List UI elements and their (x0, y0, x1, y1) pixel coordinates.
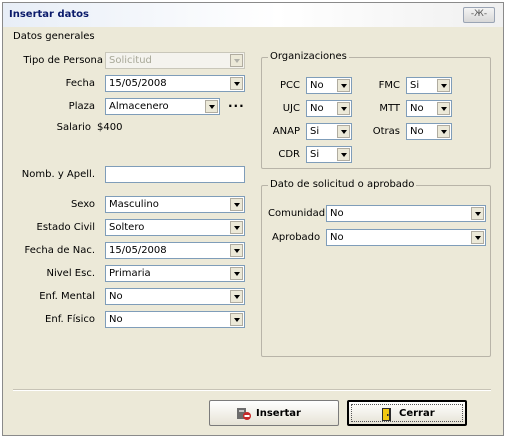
comunidad-select[interactable]: No (326, 205, 486, 222)
tipo-persona-label: Tipo de Persona (23, 55, 103, 66)
enf-fisico-value: No (109, 314, 123, 325)
mtt-label: MTT (379, 103, 400, 114)
chevron-down-icon (230, 221, 243, 234)
chevron-down-icon (230, 267, 243, 280)
chevron-down-icon (230, 244, 243, 257)
sexo-select[interactable]: Masculino (105, 196, 245, 213)
organizaciones-title: Organizaciones (268, 51, 349, 62)
aprobado-value: No (330, 232, 344, 243)
chevron-down-icon (437, 102, 450, 115)
chevron-down-icon (230, 77, 243, 90)
cdr-label: CDR (278, 149, 300, 160)
insertar-label: Insertar (256, 408, 301, 419)
plaza-select[interactable]: Almacenero (105, 98, 220, 115)
aprobado-label: Aprobado (272, 232, 321, 243)
insertar-button[interactable]: Insertar (209, 400, 339, 426)
chevron-down-icon (471, 207, 484, 220)
fecha-nac-select[interactable]: 15/05/2008 (105, 242, 245, 259)
close-button[interactable]: -Ж- (463, 7, 495, 23)
nivel-esc-select[interactable]: Primaria (105, 265, 245, 282)
salario-value: $400 (97, 122, 123, 133)
enf-fisico-select[interactable]: No (105, 311, 245, 328)
solicitud-group: Dato de solicitud o aprobado Comunidad N… (261, 179, 491, 357)
otras-label: Otras (372, 126, 400, 137)
fecha-label: Fecha (65, 78, 95, 89)
cerrar-button[interactable]: Cerrar (347, 400, 467, 426)
anap-label: ANAP (272, 126, 300, 137)
chevron-down-icon (337, 102, 350, 115)
cdr-select[interactable]: Si (306, 146, 352, 163)
anap-value: Si (310, 126, 320, 137)
fecha-nac-value: 15/05/2008 (109, 245, 167, 256)
sexo-value: Masculino (109, 199, 159, 210)
pcc-value: No (310, 80, 324, 91)
fmc-value: Si (410, 80, 420, 91)
tipo-persona-select[interactable]: Solicitud (105, 52, 245, 69)
button-separator (13, 389, 491, 391)
otras-value: No (410, 126, 424, 137)
estado-civil-select[interactable]: Soltero (105, 219, 245, 236)
chevron-down-icon (337, 125, 350, 138)
otras-select[interactable]: No (406, 123, 452, 140)
nivel-esc-label: Nivel Esc. (46, 268, 96, 279)
chevron-down-icon (471, 231, 484, 244)
anap-select[interactable]: Si (306, 123, 352, 140)
dialog-window: Insertar datos -Ж- Datos generales Tipo … (2, 2, 504, 436)
enf-mental-select[interactable]: No (105, 288, 245, 305)
fmc-label: FMC (378, 80, 400, 91)
fecha-value: 15/05/2008 (109, 78, 167, 89)
tipo-persona-value: Solicitud (109, 55, 152, 66)
pcc-label: PCC (280, 80, 300, 91)
comunidad-label: Comunidad (268, 208, 326, 219)
nivel-esc-value: Primaria (109, 268, 151, 279)
datos-generales-title: Datos generales (13, 31, 95, 42)
comunidad-value: No (330, 208, 344, 219)
title-bar: Insertar datos -Ж- (3, 3, 503, 27)
cdr-value: Si (310, 149, 320, 160)
fecha-select[interactable]: 15/05/2008 (105, 75, 245, 92)
enf-mental-label: Enf. Mental (39, 291, 95, 302)
chevron-down-icon (337, 79, 350, 92)
fecha-nac-label: Fecha de Nac. (24, 245, 95, 256)
pcc-select[interactable]: No (306, 77, 352, 94)
salario-label: Salario (56, 122, 91, 133)
chevron-down-icon (437, 125, 450, 138)
chevron-down-icon (230, 54, 243, 67)
enf-fisico-label: Enf. Físico (45, 314, 95, 325)
chevron-down-icon (205, 100, 218, 113)
chevron-down-icon (230, 313, 243, 326)
nombre-input[interactable] (105, 166, 245, 183)
chevron-down-icon (437, 79, 450, 92)
nombre-label: Nomb. y Apell. (21, 169, 95, 180)
ujc-label: UJC (282, 103, 300, 114)
fmc-select[interactable]: Si (406, 77, 452, 94)
solicitud-title: Dato de solicitud o aprobado (268, 179, 417, 190)
ujc-select[interactable]: No (306, 100, 352, 117)
plaza-label: Plaza (68, 101, 95, 112)
chevron-down-icon (337, 148, 350, 161)
window-title: Insertar datos (9, 9, 89, 20)
enf-mental-value: No (109, 291, 123, 302)
estado-civil-value: Soltero (109, 222, 145, 233)
estado-civil-label: Estado Civil (36, 222, 95, 233)
plaza-value: Almacenero (109, 101, 169, 112)
insert-icon (237, 408, 251, 420)
chevron-down-icon (230, 290, 243, 303)
door-exit-icon (382, 408, 391, 421)
mtt-value: No (410, 103, 424, 114)
sexo-label: Sexo (70, 199, 95, 210)
chevron-down-icon (230, 198, 243, 211)
cerrar-label: Cerrar (399, 408, 435, 419)
organizaciones-group: Organizaciones PCC No UJC No ANAP Si CDR… (261, 51, 491, 169)
ujc-value: No (310, 103, 324, 114)
plaza-more-button[interactable]: ... (228, 96, 245, 110)
mtt-select[interactable]: No (406, 100, 452, 117)
aprobado-select[interactable]: No (326, 229, 486, 246)
